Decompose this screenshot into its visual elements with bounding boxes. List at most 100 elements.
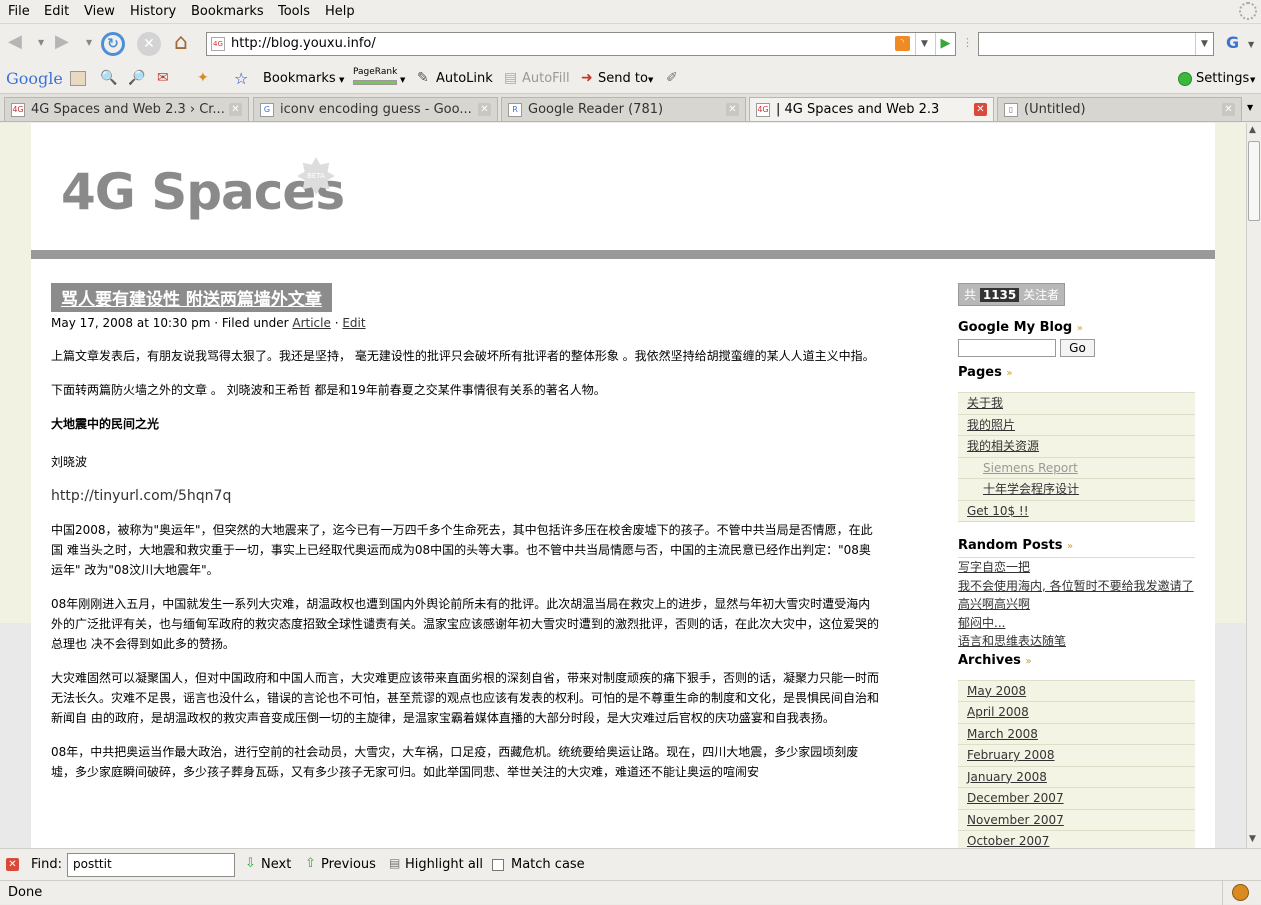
- url-dropdown-icon[interactable]: ▼: [915, 33, 933, 55]
- bookmarks-button[interactable]: Bookmarks: [263, 71, 336, 86]
- list-item[interactable]: November 2007: [958, 810, 1195, 831]
- scroll-up-icon[interactable]: ▲: [1249, 125, 1256, 135]
- category-link[interactable]: Article: [292, 316, 331, 330]
- go-arrow-icon[interactable]: ▶: [935, 33, 955, 55]
- menu-view[interactable]: View: [84, 4, 115, 19]
- page-link[interactable]: 关于我: [967, 396, 1003, 410]
- resize-handle-icon[interactable]: ⋮: [962, 36, 973, 49]
- list-item[interactable]: October 2007: [958, 831, 1195, 848]
- page-link[interactable]: Get 10$ !!: [967, 504, 1029, 518]
- autofill-button[interactable]: AutoFill: [522, 71, 570, 86]
- autofill-icon[interactable]: ▤: [504, 70, 517, 86]
- close-icon[interactable]: ✕: [1222, 103, 1235, 116]
- menu-tools[interactable]: Tools: [278, 4, 310, 19]
- page-link[interactable]: 十年学会程序设计: [983, 482, 1079, 496]
- list-item[interactable]: May 2008: [958, 681, 1195, 702]
- search-input[interactable]: ▼: [978, 32, 1214, 56]
- highlight-icon[interactable]: ▤: [389, 856, 400, 870]
- forward-icon[interactable]: ▶: [55, 31, 69, 52]
- forward-history-icon[interactable]: ▼: [86, 38, 92, 47]
- stop-icon[interactable]: ✕: [137, 32, 161, 56]
- monkey-addon-icon[interactable]: [1232, 884, 1249, 901]
- url-bar[interactable]: 4G http://blog.youxu.info/ ◝ ▼ ▶: [206, 32, 956, 56]
- find-previous-button[interactable]: Previous: [321, 857, 376, 872]
- menu-bookmarks[interactable]: Bookmarks: [191, 4, 264, 19]
- close-icon[interactable]: ✕: [478, 103, 491, 116]
- translate-icon[interactable]: ✦: [197, 70, 209, 86]
- scroll-down-icon[interactable]: ▼: [1249, 834, 1256, 844]
- page-link[interactable]: Siemens Report: [983, 461, 1078, 475]
- search-engine-icon[interactable]: G: [1226, 33, 1239, 52]
- list-item[interactable]: 写字自恋一把: [958, 558, 1195, 577]
- list-item[interactable]: 我不会使用海内, 各位暂时不要给我发邀请了: [958, 576, 1195, 595]
- tab-iconv[interactable]: G iconv encoding guess - Goo... ✕: [253, 97, 498, 121]
- url-text[interactable]: http://blog.youxu.info/: [231, 36, 376, 51]
- home-icon[interactable]: ⌂: [174, 30, 188, 55]
- list-item[interactable]: 我的照片: [958, 415, 1195, 436]
- reload-icon[interactable]: ↻: [101, 32, 125, 56]
- settings-dropdown-icon[interactable]: ▼: [1250, 76, 1255, 84]
- back-icon[interactable]: ◀: [8, 31, 22, 52]
- random-post-link[interactable]: 写字自恋一把: [958, 560, 1030, 574]
- highlight-all-button[interactable]: Highlight all: [405, 857, 483, 872]
- list-item[interactable]: March 2008: [958, 724, 1195, 745]
- random-post-link[interactable]: 高兴啊高兴啊: [958, 597, 1030, 611]
- vertical-scrollbar[interactable]: ▲ ▼: [1246, 123, 1261, 848]
- find-input[interactable]: posttit: [67, 853, 235, 877]
- gmail-icon[interactable]: ✉: [157, 70, 169, 86]
- autolink-wand-icon[interactable]: ✎: [417, 70, 429, 86]
- close-icon[interactable]: ✕: [974, 103, 987, 116]
- list-item[interactable]: 郁闷中...: [958, 613, 1195, 632]
- page-link[interactable]: 我的相关资源: [967, 439, 1039, 453]
- star-bookmark-icon[interactable]: ☆: [234, 69, 248, 88]
- close-find-icon[interactable]: ✕: [6, 858, 19, 871]
- tab-4g-spaces-active[interactable]: 4G | 4G Spaces and Web 2.3 ✕: [749, 97, 994, 121]
- list-item[interactable]: January 2008: [958, 767, 1195, 788]
- search-engine-dropdown-icon[interactable]: ▼: [1248, 40, 1254, 49]
- list-item[interactable]: 语言和思维表达随笔: [958, 632, 1195, 651]
- archive-link[interactable]: April 2008: [967, 705, 1029, 719]
- search-web-icon[interactable]: 🔎: [128, 70, 145, 86]
- list-item[interactable]: December 2007: [958, 788, 1195, 810]
- pagerank-dropdown-icon[interactable]: ▼: [400, 76, 405, 84]
- back-history-icon[interactable]: ▼: [38, 38, 44, 47]
- blog-logo[interactable]: 4G Spaces: [61, 163, 345, 221]
- rss-feed-icon[interactable]: ◝: [895, 36, 910, 51]
- menu-help[interactable]: Help: [325, 4, 355, 19]
- find-next-arrow-icon[interactable]: ⇩: [245, 856, 256, 871]
- go-button[interactable]: Go: [1060, 339, 1095, 357]
- bookmarks-dropdown-icon[interactable]: ▼: [339, 76, 344, 84]
- list-item[interactable]: 高兴啊高兴啊: [958, 595, 1195, 614]
- tab-google-reader[interactable]: R Google Reader (781) ✕: [501, 97, 746, 121]
- match-case-checkbox[interactable]: [492, 859, 504, 871]
- random-post-link[interactable]: 郁闷中...: [958, 616, 1005, 630]
- archive-link[interactable]: December 2007: [967, 791, 1064, 805]
- post-title[interactable]: 骂人要有建设性 附送两篇墙外文章: [51, 283, 332, 312]
- tab-list-dropdown-icon[interactable]: ▼: [1247, 103, 1253, 112]
- random-post-link[interactable]: 语言和思维表达随笔: [958, 634, 1066, 648]
- list-item[interactable]: 我的相关资源: [958, 436, 1195, 458]
- follower-counter[interactable]: 共 1135 关注者: [958, 283, 1066, 306]
- find-previous-arrow-icon[interactable]: ⇧: [305, 856, 316, 871]
- tab-untitled[interactable]: ▯ (Untitled) ✕: [997, 97, 1242, 121]
- close-icon[interactable]: ✕: [229, 103, 242, 116]
- search-site-icon[interactable]: 🔍: [100, 70, 117, 86]
- search-dropdown-icon[interactable]: ▼: [1195, 33, 1213, 55]
- settings-button[interactable]: Settings: [1196, 71, 1249, 86]
- archive-link[interactable]: October 2007: [967, 834, 1049, 848]
- scroll-thumb[interactable]: [1248, 141, 1260, 221]
- menu-edit[interactable]: Edit: [44, 4, 69, 19]
- notebook-icon[interactable]: [70, 71, 86, 86]
- gmb-search-input[interactable]: [958, 339, 1056, 357]
- list-item[interactable]: 关于我: [958, 393, 1195, 415]
- page-link[interactable]: 我的照片: [967, 418, 1015, 432]
- menu-history[interactable]: History: [130, 4, 176, 19]
- list-item[interactable]: Get 10$ !!: [958, 501, 1195, 522]
- list-item[interactable]: February 2008: [958, 745, 1195, 767]
- archive-link[interactable]: May 2008: [967, 684, 1026, 698]
- autolink-button[interactable]: AutoLink: [436, 71, 493, 86]
- tab-4g-spaces-cr[interactable]: 4G 4G Spaces and Web 2.3 › Cr... ✕: [4, 97, 249, 121]
- random-post-link[interactable]: 我不会使用海内, 各位暂时不要给我发邀请了: [958, 579, 1194, 593]
- google-logo[interactable]: Google: [6, 69, 63, 88]
- list-item[interactable]: April 2008: [958, 702, 1195, 724]
